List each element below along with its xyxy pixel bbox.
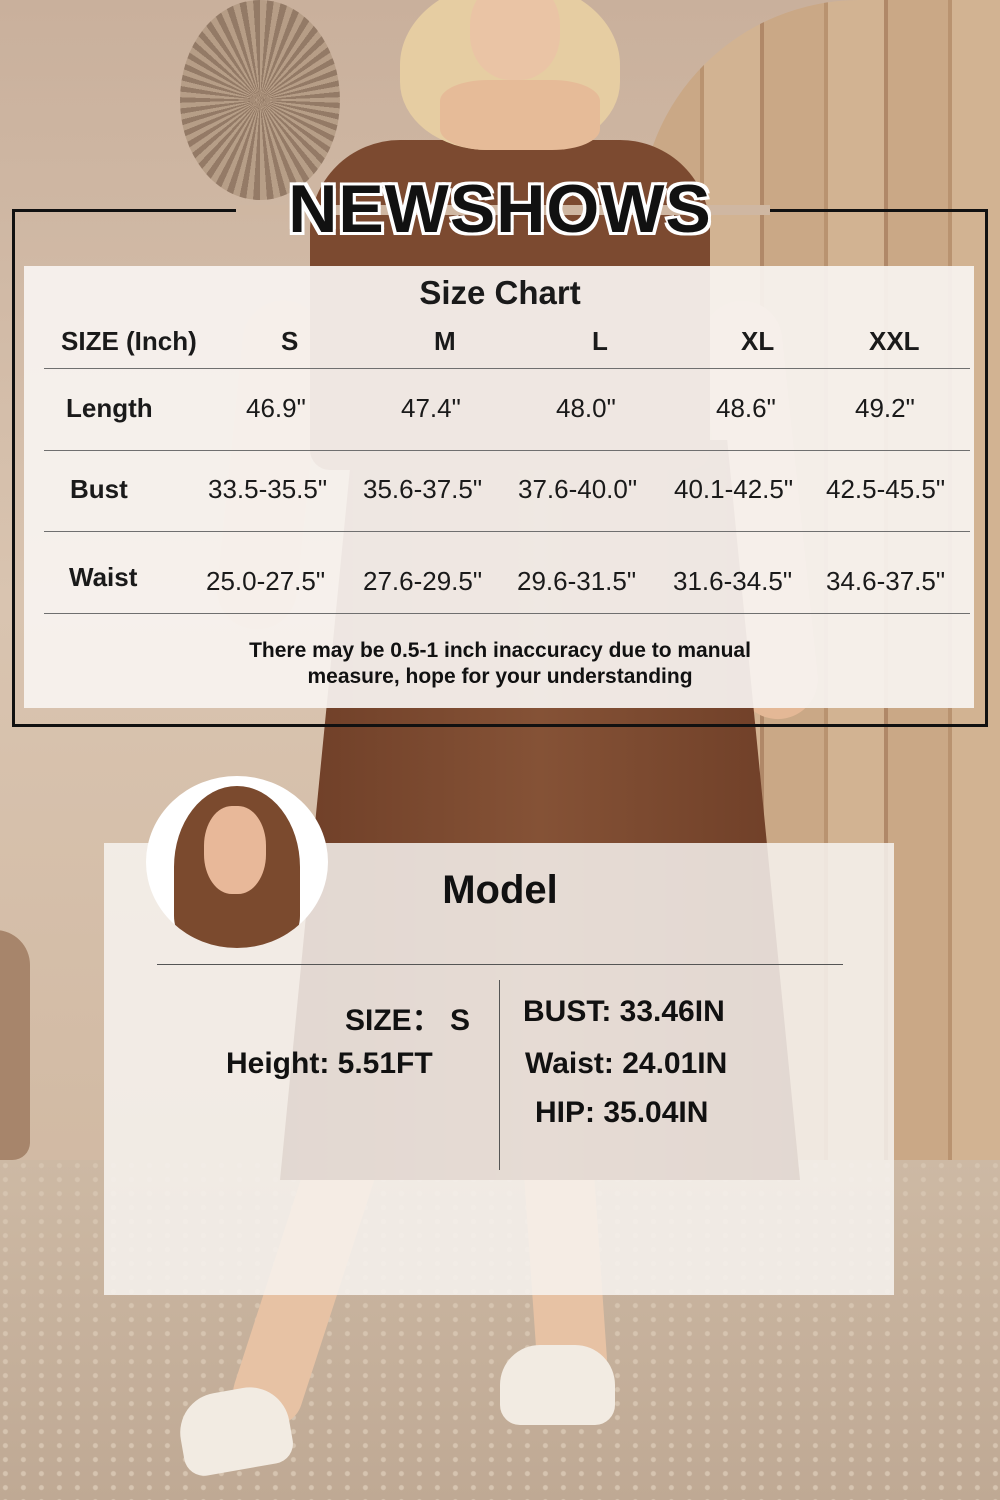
table-cell: 31.6-34.5" <box>673 566 793 596</box>
table-cell: 27.6-29.5" <box>363 566 483 596</box>
brand-title: NEWSHOWS <box>288 171 712 247</box>
row-label-length: Length <box>66 393 153 423</box>
table-cell: 48.0" <box>556 393 616 423</box>
sandal-right <box>500 1345 615 1425</box>
row-label-waist: Waist <box>69 562 138 592</box>
header-m: M <box>434 326 456 356</box>
table-divider <box>44 450 970 451</box>
table-cell: 29.6-31.5" <box>517 566 637 596</box>
model-face <box>470 0 560 80</box>
header-xxl: XXL <box>869 326 920 356</box>
model-waist: Waist: 24.01IN <box>525 1047 728 1080</box>
table-cell: 49.2" <box>855 393 915 423</box>
model-bust: BUST: 33.46IN <box>523 995 725 1028</box>
model-avatar <box>146 776 328 948</box>
header-size-label: SIZE (Inch) <box>61 326 197 356</box>
row-label-bust: Bust <box>70 474 128 504</box>
table-divider <box>44 531 970 532</box>
model-column-divider <box>499 980 500 1170</box>
header-xl: XL <box>741 326 775 356</box>
header-l: L <box>592 326 608 356</box>
model-height: Height: 5.51FT <box>226 1047 433 1080</box>
table-cell: 35.6-37.5" <box>363 474 483 504</box>
table-cell: 37.6-40.0" <box>518 474 638 504</box>
table-cell: 47.4" <box>401 393 461 423</box>
size-chart-title: Size Chart <box>419 274 581 311</box>
header-s: S <box>281 326 299 356</box>
table-cell: 42.5-45.5" <box>826 474 946 504</box>
model-hip: HIP: 35.04IN <box>535 1096 709 1129</box>
vase <box>0 930 30 1160</box>
table-cell: 48.6" <box>716 393 776 423</box>
table-cell: 33.5-35.5" <box>208 474 328 504</box>
model-title: Model <box>442 868 558 912</box>
model-neck <box>440 80 600 150</box>
model-size: SIZE： S <box>345 1004 471 1037</box>
table-cell: 40.1-42.5" <box>674 474 794 504</box>
table-divider <box>44 368 970 369</box>
note-line-1: There may be 0.5-1 inch inaccuracy due t… <box>249 639 751 662</box>
note-line-2: measure, hope for your understanding <box>307 665 693 688</box>
table-cell: 25.0-27.5" <box>206 566 326 596</box>
measurement-note: There may be 0.5-1 inch inaccuracy due t… <box>0 638 1000 690</box>
table-cell: 34.6-37.5" <box>826 566 946 596</box>
table-divider <box>44 613 970 614</box>
model-divider <box>157 964 843 965</box>
table-cell: 46.9" <box>246 393 306 423</box>
